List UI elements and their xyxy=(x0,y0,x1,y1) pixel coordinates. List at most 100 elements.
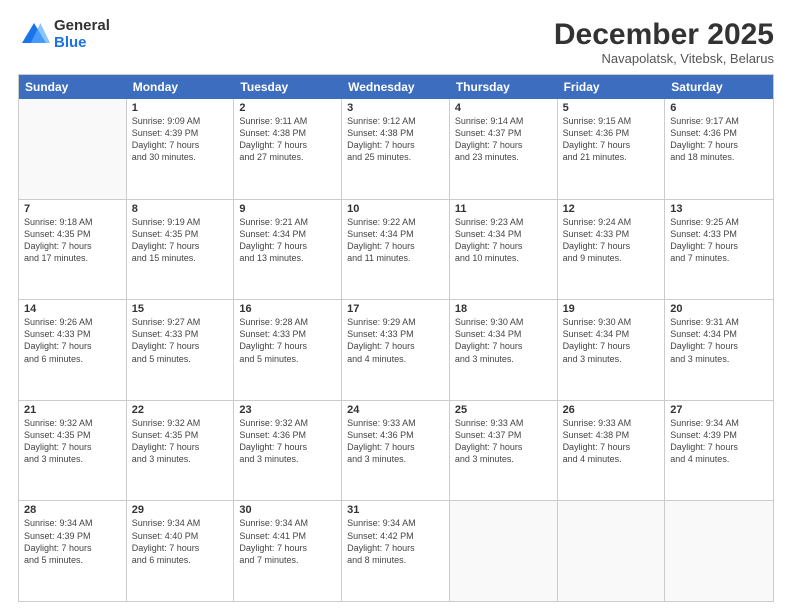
calendar-cell: 29Sunrise: 9:34 AM Sunset: 4:40 PM Dayli… xyxy=(127,501,235,601)
cell-day-number: 9 xyxy=(239,203,336,215)
calendar-cell: 9Sunrise: 9:21 AM Sunset: 4:34 PM Daylig… xyxy=(234,200,342,300)
cell-day-number: 7 xyxy=(24,203,121,215)
logo-blue-text: Blue xyxy=(54,35,110,52)
calendar-cell: 19Sunrise: 9:30 AM Sunset: 4:34 PM Dayli… xyxy=(558,300,666,400)
cell-day-number: 29 xyxy=(132,504,229,516)
cell-info: Sunrise: 9:33 AM Sunset: 4:38 PM Dayligh… xyxy=(563,417,660,466)
cell-day-number: 8 xyxy=(132,203,229,215)
cell-info: Sunrise: 9:30 AM Sunset: 4:34 PM Dayligh… xyxy=(455,316,552,365)
cell-info: Sunrise: 9:31 AM Sunset: 4:34 PM Dayligh… xyxy=(670,316,768,365)
calendar-cell: 27Sunrise: 9:34 AM Sunset: 4:39 PM Dayli… xyxy=(665,401,773,501)
cell-info: Sunrise: 9:21 AM Sunset: 4:34 PM Dayligh… xyxy=(239,216,336,265)
logo-general-text: General xyxy=(54,18,110,35)
cell-day-number: 6 xyxy=(670,102,768,114)
logo-icon xyxy=(18,19,50,51)
cell-day-number: 18 xyxy=(455,303,552,315)
calendar-cell: 17Sunrise: 9:29 AM Sunset: 4:33 PM Dayli… xyxy=(342,300,450,400)
cell-info: Sunrise: 9:09 AM Sunset: 4:39 PM Dayligh… xyxy=(132,115,229,164)
calendar-cell: 10Sunrise: 9:22 AM Sunset: 4:34 PM Dayli… xyxy=(342,200,450,300)
cell-day-number: 2 xyxy=(239,102,336,114)
location: Navapolatsk, Vitebsk, Belarus xyxy=(554,51,774,66)
cell-info: Sunrise: 9:34 AM Sunset: 4:42 PM Dayligh… xyxy=(347,517,444,566)
calendar-cell: 11Sunrise: 9:23 AM Sunset: 4:34 PM Dayli… xyxy=(450,200,558,300)
calendar-cell: 1Sunrise: 9:09 AM Sunset: 4:39 PM Daylig… xyxy=(127,99,235,199)
cell-day-number: 25 xyxy=(455,404,552,416)
calendar-row-1: 7Sunrise: 9:18 AM Sunset: 4:35 PM Daylig… xyxy=(19,200,773,301)
calendar-row-3: 21 Sunrise: 9:32 AM Sunset: 4:35 PM Dayli… xyxy=(19,401,773,502)
cell-day-number: 22 xyxy=(132,404,229,416)
calendar-row-2: 14Sunrise: 9:26 AM Sunset: 4:33 PM Dayli… xyxy=(19,300,773,401)
cell-info: Sunrise: 9:34 AM Sunset: 4:41 PM Dayligh… xyxy=(239,517,336,566)
calendar-cell xyxy=(19,99,127,199)
cell-day-number: 21 xyxy=(24,404,121,416)
cell-info: Sunrise: 9:24 AM Sunset: 4:33 PM Dayligh… xyxy=(563,216,660,265)
cell-info: Sunrise: 9:23 AM Sunset: 4:34 PM Dayligh… xyxy=(455,216,552,265)
cell-day-number: 13 xyxy=(670,203,768,215)
cell-day-number: 30 xyxy=(239,504,336,516)
cell-day-number: 24 xyxy=(347,404,444,416)
calendar-cell: 3Sunrise: 9:12 AM Sunset: 4:38 PM Daylig… xyxy=(342,99,450,199)
cell-info: Sunrise: 9:17 AM Sunset: 4:36 PM Dayligh… xyxy=(670,115,768,164)
cell-day-number: 3 xyxy=(347,102,444,114)
cell-info: Sunrise: 9:14 AM Sunset: 4:37 PM Dayligh… xyxy=(455,115,552,164)
month-title: December 2025 xyxy=(554,18,774,51)
cell-day-number: 19 xyxy=(563,303,660,315)
logo: General Blue xyxy=(18,18,110,51)
day-header-friday: Friday xyxy=(558,75,666,99)
calendar-row-0: 1Sunrise: 9:09 AM Sunset: 4:39 PM Daylig… xyxy=(19,99,773,200)
calendar-cell: 24Sunrise: 9:33 AM Sunset: 4:36 PM Dayli… xyxy=(342,401,450,501)
cell-info: Sunrise: 9:26 AM Sunset: 4:33 PM Dayligh… xyxy=(24,316,121,365)
calendar-cell: 26Sunrise: 9:33 AM Sunset: 4:38 PM Dayli… xyxy=(558,401,666,501)
calendar-cell: 20Sunrise: 9:31 AM Sunset: 4:34 PM Dayli… xyxy=(665,300,773,400)
calendar-cell: 2Sunrise: 9:11 AM Sunset: 4:38 PM Daylig… xyxy=(234,99,342,199)
calendar-cell: 14Sunrise: 9:26 AM Sunset: 4:33 PM Dayli… xyxy=(19,300,127,400)
cell-day-number: 16 xyxy=(239,303,336,315)
cell-info: Sunrise: 9:34 AM Sunset: 4:40 PM Dayligh… xyxy=(132,517,229,566)
calendar-cell: 12Sunrise: 9:24 AM Sunset: 4:33 PM Dayli… xyxy=(558,200,666,300)
cell-day-number: 15 xyxy=(132,303,229,315)
calendar-cell: 15Sunrise: 9:27 AM Sunset: 4:33 PM Dayli… xyxy=(127,300,235,400)
title-section: December 2025 Navapolatsk, Vitebsk, Bela… xyxy=(554,18,774,66)
cell-info: Sunrise: 9:34 AM Sunset: 4:39 PM Dayligh… xyxy=(24,517,121,566)
calendar-cell: 25Sunrise: 9:33 AM Sunset: 4:37 PM Dayli… xyxy=(450,401,558,501)
calendar-row-4: 28Sunrise: 9:34 AM Sunset: 4:39 PM Dayli… xyxy=(19,501,773,601)
calendar-cell: 5Sunrise: 9:15 AM Sunset: 4:36 PM Daylig… xyxy=(558,99,666,199)
cell-day-number: 4 xyxy=(455,102,552,114)
day-header-wednesday: Wednesday xyxy=(342,75,450,99)
calendar-cell: 7Sunrise: 9:18 AM Sunset: 4:35 PM Daylig… xyxy=(19,200,127,300)
calendar-cell: 16Sunrise: 9:28 AM Sunset: 4:33 PM Dayli… xyxy=(234,300,342,400)
cell-info: Sunrise: 9:19 AM Sunset: 4:35 PM Dayligh… xyxy=(132,216,229,265)
cell-day-number: 1 xyxy=(132,102,229,114)
calendar-cell: 23Sunrise: 9:32 AM Sunset: 4:36 PM Dayli… xyxy=(234,401,342,501)
cell-day-number: 27 xyxy=(670,404,768,416)
cell-info: Sunrise: 9:15 AM Sunset: 4:36 PM Dayligh… xyxy=(563,115,660,164)
calendar-cell: 4Sunrise: 9:14 AM Sunset: 4:37 PM Daylig… xyxy=(450,99,558,199)
cell-info: Sunrise: 9:11 AM Sunset: 4:38 PM Dayligh… xyxy=(239,115,336,164)
calendar-cell: 13Sunrise: 9:25 AM Sunset: 4:33 PM Dayli… xyxy=(665,200,773,300)
cell-info: Sunrise: 9:32 AM Sunset: 4:35 PM Dayligh… xyxy=(132,417,229,466)
cell-info: Sunrise: 9:27 AM Sunset: 4:33 PM Dayligh… xyxy=(132,316,229,365)
day-header-thursday: Thursday xyxy=(450,75,558,99)
cell-info: Sunrise: 9:25 AM Sunset: 4:33 PM Dayligh… xyxy=(670,216,768,265)
calendar-cell: 28Sunrise: 9:34 AM Sunset: 4:39 PM Dayli… xyxy=(19,501,127,601)
calendar-cell: 8Sunrise: 9:19 AM Sunset: 4:35 PM Daylig… xyxy=(127,200,235,300)
day-header-monday: Monday xyxy=(127,75,235,99)
day-header-tuesday: Tuesday xyxy=(234,75,342,99)
cell-day-number: 23 xyxy=(239,404,336,416)
cell-day-number: 11 xyxy=(455,203,552,215)
calendar-cell: 6Sunrise: 9:17 AM Sunset: 4:36 PM Daylig… xyxy=(665,99,773,199)
cell-info: Sunrise: 9:30 AM Sunset: 4:34 PM Dayligh… xyxy=(563,316,660,365)
calendar-cell xyxy=(558,501,666,601)
cell-day-number: 31 xyxy=(347,504,444,516)
calendar-cell: 21Sunrise: 9:32 AM Sunset: 4:35 PM Dayli… xyxy=(19,401,127,501)
day-header-sunday: Sunday xyxy=(19,75,127,99)
cell-info: Sunrise: 9:22 AM Sunset: 4:34 PM Dayligh… xyxy=(347,216,444,265)
cell-info: Sunrise: 9:34 AM Sunset: 4:39 PM Dayligh… xyxy=(670,417,768,466)
logo-text: General Blue xyxy=(54,18,110,51)
cell-info: Sunrise: 9:32 AM Sunset: 4:36 PM Dayligh… xyxy=(239,417,336,466)
cell-day-number: 28 xyxy=(24,504,121,516)
cell-info: Sunrise: 9:33 AM Sunset: 4:37 PM Dayligh… xyxy=(455,417,552,466)
cell-day-number: 17 xyxy=(347,303,444,315)
calendar: SundayMondayTuesdayWednesdayThursdayFrid… xyxy=(18,74,774,602)
cell-day-number: 12 xyxy=(563,203,660,215)
